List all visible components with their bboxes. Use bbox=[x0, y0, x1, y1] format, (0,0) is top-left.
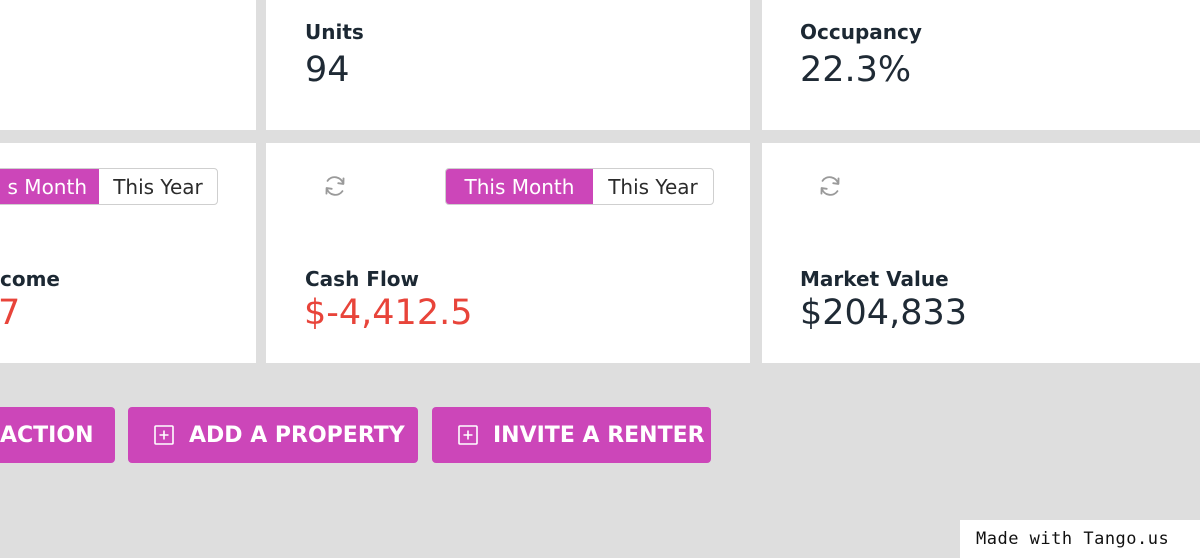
add-transaction-button[interactable]: ACTION bbox=[0, 407, 115, 463]
invite-renter-label: INVITE A RENTER bbox=[493, 422, 705, 448]
cash-flow-period-toggle: This Month This Year bbox=[445, 168, 714, 205]
cash-flow-value: $-4,412.5 bbox=[304, 293, 473, 333]
add-property-button[interactable]: ADD A PROPERTY bbox=[128, 407, 418, 463]
blank-stat-card bbox=[0, 0, 256, 130]
market-value-card: Market Value $204,833 bbox=[762, 143, 1200, 363]
income-this-year-option[interactable]: This Year bbox=[99, 169, 217, 204]
income-period-toggle: s Month This Year bbox=[0, 168, 218, 205]
units-label: Units bbox=[305, 20, 364, 44]
income-this-month-option[interactable]: s Month bbox=[0, 169, 99, 204]
occupancy-card: Occupancy 22.3% bbox=[762, 0, 1200, 130]
income-value: 7 bbox=[0, 293, 21, 333]
plus-square-icon bbox=[458, 425, 478, 445]
units-card: Units 94 bbox=[266, 0, 750, 130]
market-value-label: Market Value bbox=[800, 267, 949, 291]
income-label: come bbox=[0, 267, 60, 291]
add-property-label: ADD A PROPERTY bbox=[189, 422, 405, 448]
invite-renter-button[interactable]: INVITE A RENTER bbox=[432, 407, 711, 463]
plus-square-icon bbox=[154, 425, 174, 445]
occupancy-label: Occupancy bbox=[800, 20, 922, 44]
cash-flow-this-month-option[interactable]: This Month bbox=[446, 169, 593, 204]
occupancy-value: 22.3% bbox=[800, 50, 912, 90]
cash-flow-this-year-option[interactable]: This Year bbox=[593, 169, 713, 204]
add-transaction-label: ACTION bbox=[0, 422, 94, 448]
cash-flow-label: Cash Flow bbox=[305, 267, 420, 291]
market-value-value: $204,833 bbox=[800, 293, 968, 333]
refresh-icon[interactable] bbox=[816, 172, 844, 200]
tango-watermark: Made with Tango.us bbox=[960, 520, 1200, 558]
units-value: 94 bbox=[305, 50, 350, 90]
refresh-icon[interactable] bbox=[321, 172, 349, 200]
income-card: s Month This Year come 7 bbox=[0, 143, 256, 363]
cash-flow-card: This Month This Year Cash Flow $-4,412.5 bbox=[266, 143, 750, 363]
